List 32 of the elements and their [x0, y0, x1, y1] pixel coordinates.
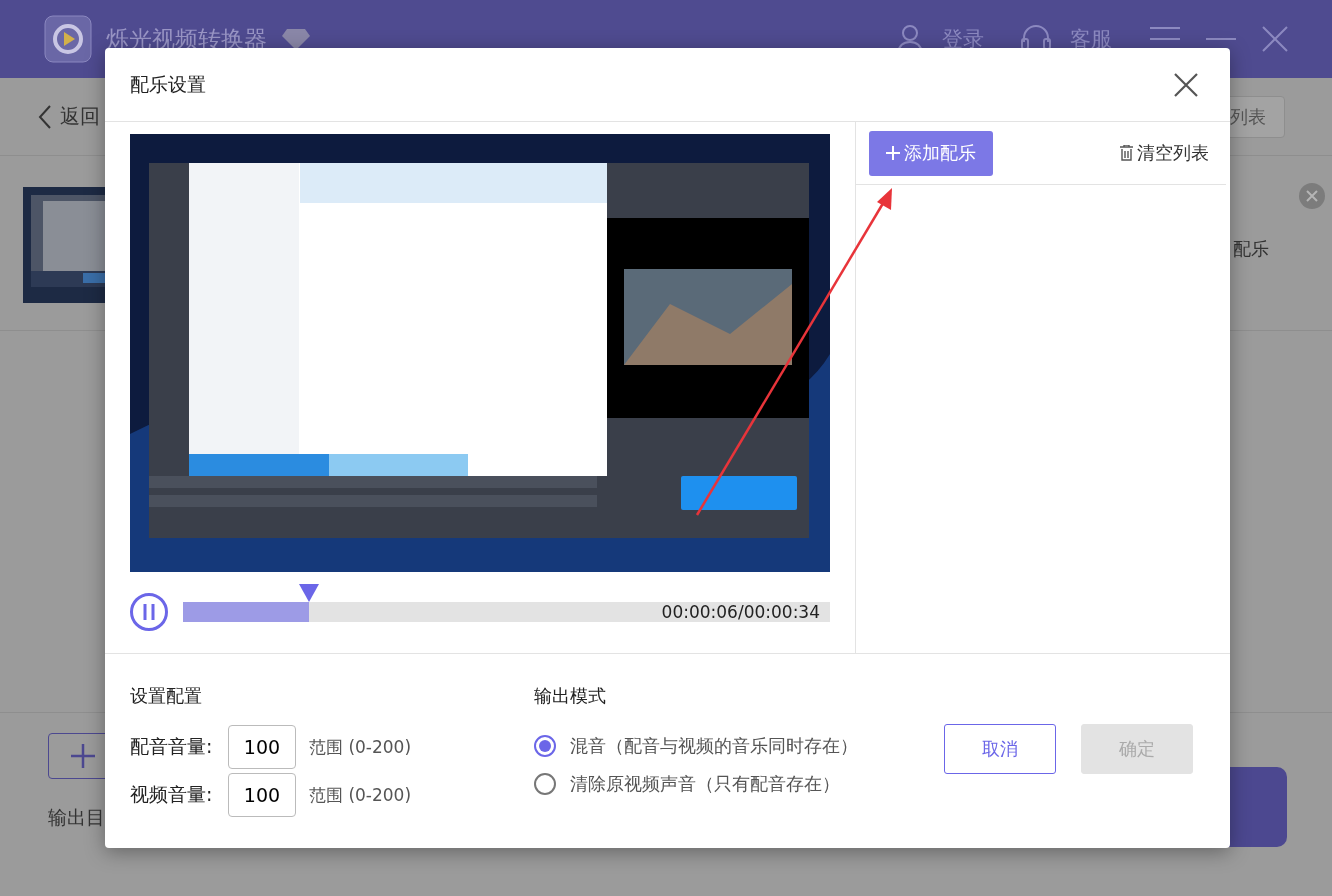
range-hint: 范围 (0-200): [309, 783, 412, 807]
output-mode-heading: 输出模式: [534, 684, 607, 708]
radio-button[interactable]: [534, 773, 556, 795]
range-hint: 范围 (0-200): [309, 735, 412, 759]
mode-option[interactable]: 混音（配音与视频的音乐同时存在）: [534, 734, 879, 758]
time-readout: 00:00:06/00:00:34: [661, 602, 821, 622]
settings-heading: 设置配置: [130, 684, 203, 708]
file-label: 配乐: [1233, 237, 1269, 261]
close-icon[interactable]: [1174, 72, 1198, 97]
volume-input[interactable]: 100: [228, 725, 296, 769]
progress-track[interactable]: 00:00:06/00:00:34: [183, 602, 830, 622]
plus-icon: [71, 744, 95, 768]
clear-list-button[interactable]: 清空列表: [1120, 141, 1209, 165]
back-link[interactable]: 返回: [60, 103, 100, 130]
volume-label: 配音音量:: [130, 734, 214, 759]
minimize-icon[interactable]: [1206, 37, 1236, 41]
pause-button[interactable]: [130, 593, 168, 631]
convert-button[interactable]: [1227, 767, 1287, 847]
cancel-button[interactable]: 取消: [944, 724, 1056, 774]
logo-icon: [44, 15, 92, 63]
diamond-icon: [281, 27, 311, 51]
back-chevron-icon[interactable]: [38, 104, 52, 129]
output-folder-label: 输出目: [48, 805, 105, 830]
dialog-title: 配乐设置: [130, 71, 206, 97]
mode-option[interactable]: 清除原视频声音（只有配音存在）: [534, 772, 879, 796]
trash-icon: [1120, 145, 1133, 161]
volume-label: 视频音量:: [130, 782, 214, 807]
plus-icon: [886, 146, 900, 160]
radio-button[interactable]: [534, 735, 556, 757]
volume-input[interactable]: 100: [228, 773, 296, 817]
pause-icon: [142, 604, 156, 620]
add-music-button[interactable]: 添加配乐: [869, 130, 993, 176]
